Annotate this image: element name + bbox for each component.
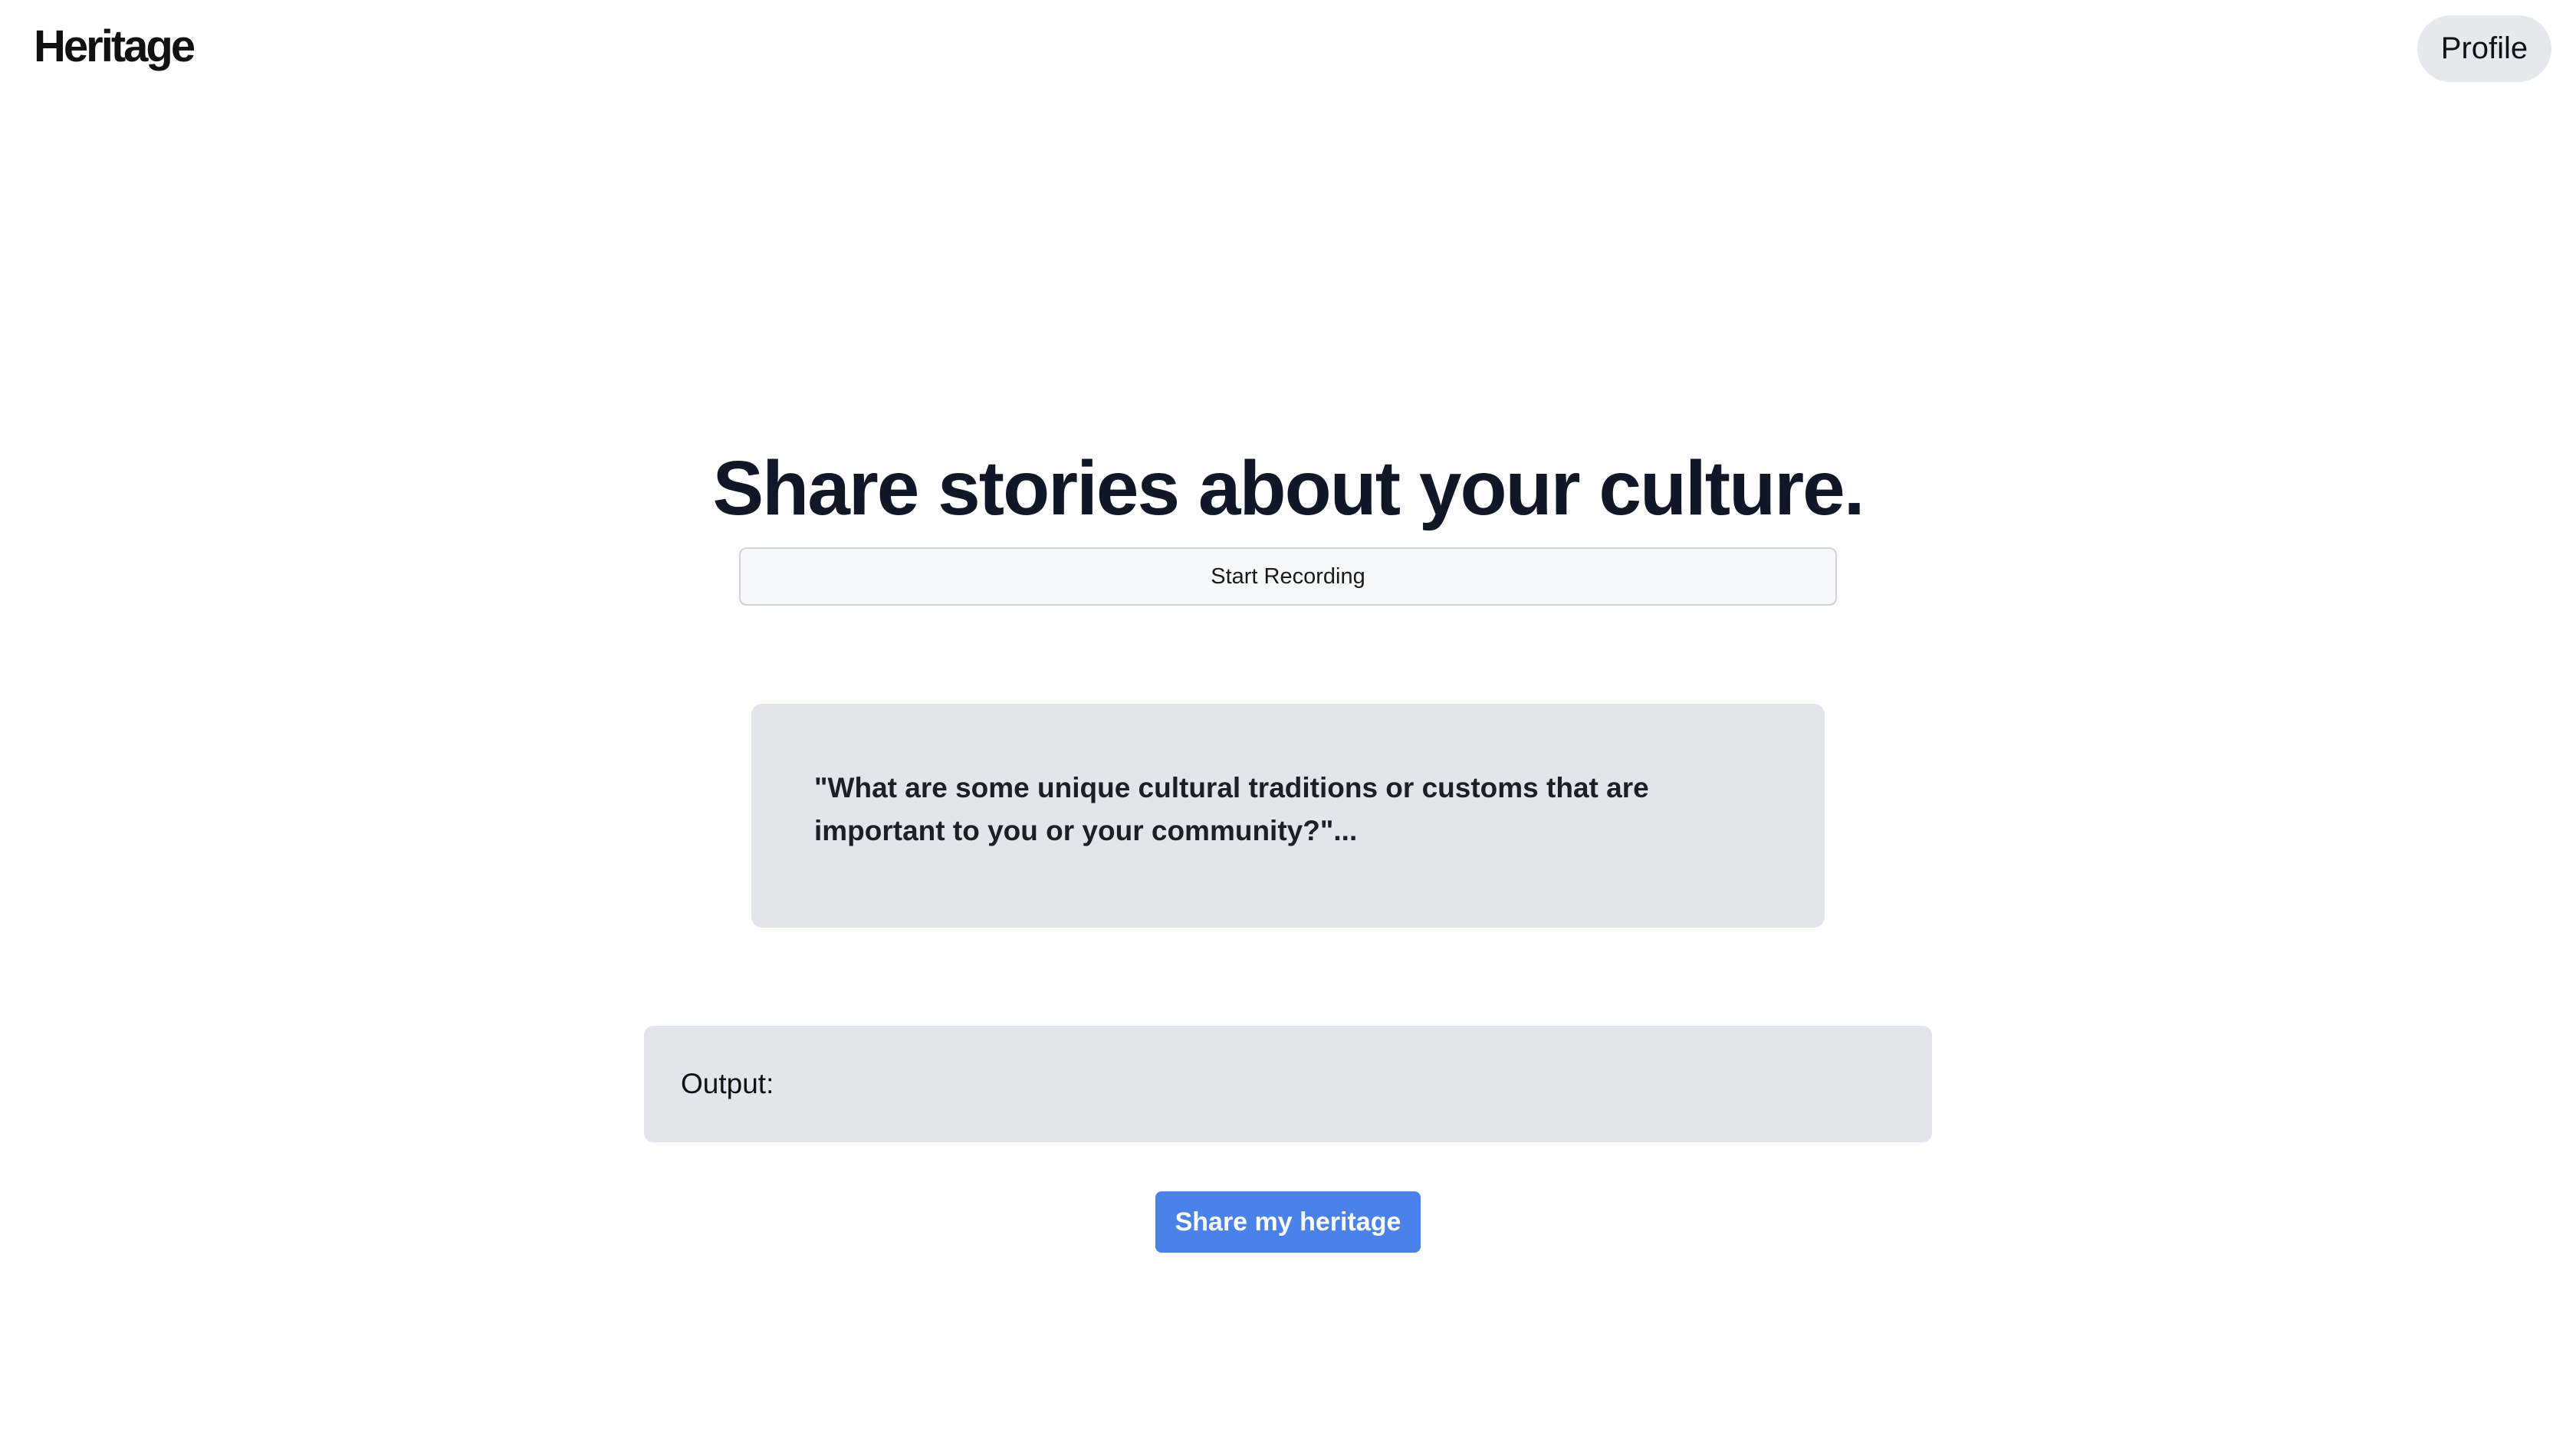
profile-button[interactable]: Profile [2417,15,2551,82]
output-panel: Output: [644,1026,1932,1142]
start-recording-button[interactable]: Start Recording [739,547,1837,606]
page-title: Share stories about your culture. [712,445,1865,531]
heritage-logo[interactable]: Heritage [34,20,196,74]
output-label: Output: [681,1068,774,1099]
prompt-card: "What are some unique cultural tradition… [751,704,1825,928]
prompt-question: "What are some unique cultural tradition… [814,772,1649,846]
share-heritage-button[interactable]: Share my heritage [1155,1191,1421,1253]
